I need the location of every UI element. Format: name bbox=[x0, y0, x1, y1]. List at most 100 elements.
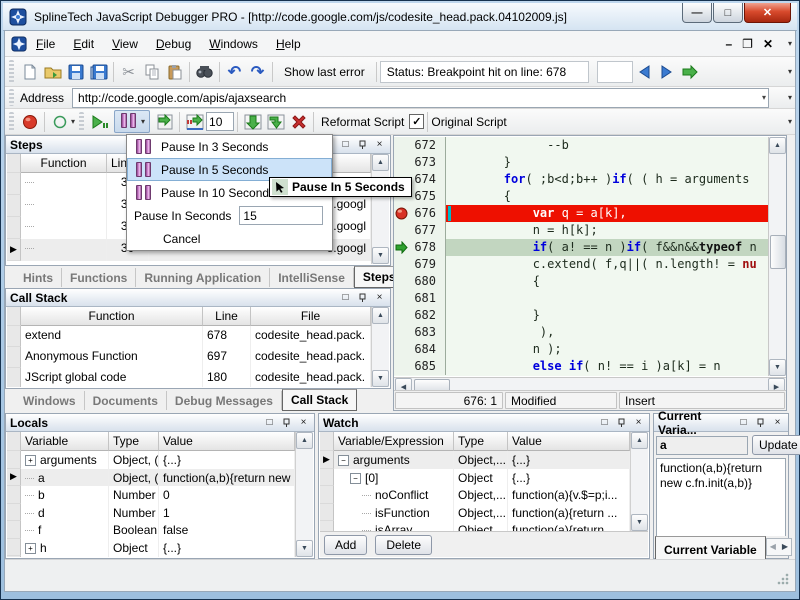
column-header[interactable]: File bbox=[251, 307, 371, 326]
watch-row[interactable]: noConflictObject,...function(a){v.$=p;i.… bbox=[320, 486, 630, 504]
scroll-up-icon[interactable]: ▲ bbox=[631, 432, 648, 449]
watch-delete-button[interactable]: Delete bbox=[375, 535, 432, 555]
scroll-up-icon[interactable]: ▲ bbox=[769, 137, 786, 154]
tab-scroll-left-icon[interactable]: ◀ bbox=[770, 542, 776, 551]
cut-icon[interactable]: ✂ bbox=[117, 60, 140, 83]
watch-row[interactable]: −[0]Object{...} bbox=[320, 469, 630, 487]
collapse-icon[interactable]: − bbox=[350, 473, 361, 484]
locals-row[interactable]: +argumentsObject, ({...} bbox=[7, 451, 295, 469]
address-dropdown-icon[interactable]: ▾ bbox=[762, 93, 766, 102]
gutter-line-number[interactable]: 683 bbox=[394, 324, 446, 341]
step-into-icon[interactable] bbox=[153, 110, 176, 133]
breakpoint-dropdown-icon[interactable]: ▾ bbox=[71, 117, 75, 126]
tab-hints[interactable]: Hints bbox=[15, 268, 62, 287]
new-document-icon[interactable] bbox=[18, 60, 41, 83]
close-panel-icon[interactable]: × bbox=[632, 416, 645, 429]
clear-breakpoints-icon[interactable] bbox=[48, 110, 71, 133]
column-header[interactable]: Type bbox=[454, 432, 508, 451]
update-variable-button[interactable]: Update bbox=[752, 435, 800, 455]
tab-call-stack[interactable]: Call Stack bbox=[282, 389, 357, 411]
watch-add-button[interactable]: Add bbox=[324, 535, 367, 555]
call-stack-row[interactable]: JScript global code180codesite_head.pack… bbox=[7, 368, 371, 387]
gutter-line-number[interactable]: 680 bbox=[394, 273, 446, 290]
scroll-down-icon[interactable]: ▼ bbox=[372, 247, 389, 264]
code-line[interactable]: 675 { bbox=[394, 188, 769, 205]
close-button[interactable]: ✕ bbox=[744, 3, 791, 23]
toolbar-overflow-icon[interactable]: ▾ bbox=[788, 93, 792, 102]
navigate-back-icon[interactable] bbox=[633, 60, 656, 83]
stop-debug-icon[interactable] bbox=[287, 110, 310, 133]
pin-panel-icon[interactable] bbox=[356, 138, 369, 151]
close-panel-icon[interactable]: × bbox=[373, 291, 386, 304]
gutter-line-number[interactable]: 684 bbox=[394, 341, 446, 358]
gutter-line-number[interactable]: 672 bbox=[394, 137, 446, 154]
navigate-forward-icon[interactable] bbox=[656, 60, 679, 83]
column-header[interactable]: Function bbox=[21, 307, 203, 326]
gutter-line-number[interactable]: 681 bbox=[394, 290, 446, 307]
call-stack-scrollbar[interactable]: ▲ ▼ bbox=[371, 307, 389, 387]
call-stack-row[interactable]: Anonymous Function697codesite_head.pack. bbox=[7, 347, 371, 368]
save-icon[interactable] bbox=[64, 60, 87, 83]
float-panel-icon[interactable]: □ bbox=[263, 416, 276, 429]
code-line[interactable]: 682 } bbox=[394, 307, 769, 324]
pause-dropdown-icon[interactable]: ▾ bbox=[141, 117, 145, 126]
menubar-item-view[interactable]: View bbox=[103, 33, 147, 55]
scroll-down-icon[interactable]: ▼ bbox=[372, 370, 389, 387]
tab-functions[interactable]: Functions bbox=[62, 268, 136, 287]
float-panel-icon[interactable]: □ bbox=[737, 416, 750, 429]
mdi-close-icon[interactable]: ✕ bbox=[763, 37, 773, 51]
scroll-up-icon[interactable]: ▲ bbox=[296, 432, 313, 449]
scroll-up-icon[interactable]: ▲ bbox=[372, 307, 389, 324]
redo-icon[interactable]: ↷ bbox=[246, 60, 269, 83]
pause-seconds-input[interactable] bbox=[239, 206, 323, 225]
gutter-line-number[interactable]: 679 bbox=[394, 256, 446, 273]
save-all-icon[interactable] bbox=[87, 60, 110, 83]
pin-panel-icon[interactable] bbox=[356, 291, 369, 304]
pause-menu-item[interactable]: Pause In 3 Seconds bbox=[127, 135, 332, 158]
open-file-icon[interactable] bbox=[41, 60, 64, 83]
code-editor[interactable]: 672 --b673 }674 for( ;b<d;b++ )if( ( h =… bbox=[393, 135, 787, 411]
locals-row[interactable]: + bbox=[7, 556, 295, 557]
code-line[interactable]: 674 for( ;b<d;b++ )if( ( h = arguments bbox=[394, 171, 769, 188]
tab-debug-messages[interactable]: Debug Messages bbox=[167, 391, 282, 410]
close-panel-icon[interactable]: × bbox=[771, 416, 784, 429]
undo-icon[interactable]: ↶ bbox=[223, 60, 246, 83]
step-return-icon[interactable] bbox=[264, 110, 287, 133]
steps-scrollbar[interactable]: ▲ ▼ bbox=[371, 154, 389, 264]
tab-running-application[interactable]: Running Application bbox=[136, 268, 270, 287]
menubar-item-debug[interactable]: Debug bbox=[147, 33, 200, 55]
column-header[interactable]: Variable/Expression bbox=[334, 432, 454, 451]
close-panel-icon[interactable]: × bbox=[297, 416, 310, 429]
code-line[interactable]: 672 --b bbox=[394, 137, 769, 154]
code-line[interactable]: 680 { bbox=[394, 273, 769, 290]
collapse-icon[interactable]: − bbox=[338, 455, 349, 466]
run-to-line-icon[interactable] bbox=[183, 110, 206, 133]
column-header[interactable]: Variable bbox=[21, 432, 109, 451]
watch-scrollbar[interactable]: ▲ ▼ bbox=[630, 432, 648, 531]
column-header[interactable]: Line bbox=[203, 307, 251, 326]
column-header[interactable]: Function bbox=[21, 154, 107, 173]
current-variable-name-input[interactable] bbox=[656, 436, 748, 455]
gutter-line-number[interactable]: 673 bbox=[394, 154, 446, 171]
float-panel-icon[interactable]: □ bbox=[339, 291, 352, 304]
code-line[interactable]: 679 c.extend( f,q||( n.length! = nu bbox=[394, 256, 769, 273]
maximize-button[interactable]: □ bbox=[713, 3, 743, 23]
code-line[interactable]: 676 var q = a[k], bbox=[394, 205, 769, 222]
locals-row[interactable]: bNumber0 bbox=[7, 486, 295, 504]
watch-row[interactable]: ▶−argumentsObject,...{...} bbox=[320, 451, 630, 469]
breakpoint-icon[interactable] bbox=[395, 207, 408, 220]
show-last-error-button[interactable]: Show last error bbox=[276, 62, 373, 82]
locals-row[interactable]: +hObject{...} bbox=[7, 539, 295, 557]
column-header[interactable]: Type bbox=[109, 432, 159, 451]
run-to-line-count-input[interactable] bbox=[206, 112, 234, 131]
code-line[interactable]: 681 bbox=[394, 290, 769, 307]
run-icon[interactable] bbox=[679, 60, 702, 83]
step-down-icon[interactable] bbox=[241, 110, 264, 133]
copy-icon[interactable] bbox=[140, 60, 163, 83]
column-header[interactable]: Value bbox=[508, 432, 630, 451]
find-icon[interactable] bbox=[193, 60, 216, 83]
locals-row[interactable]: fBooleanfalse bbox=[7, 521, 295, 539]
scrollbar-thumb[interactable] bbox=[770, 235, 786, 269]
toolbar-grip[interactable] bbox=[9, 89, 14, 106]
gutter-line-number[interactable]: 677 bbox=[394, 222, 446, 239]
